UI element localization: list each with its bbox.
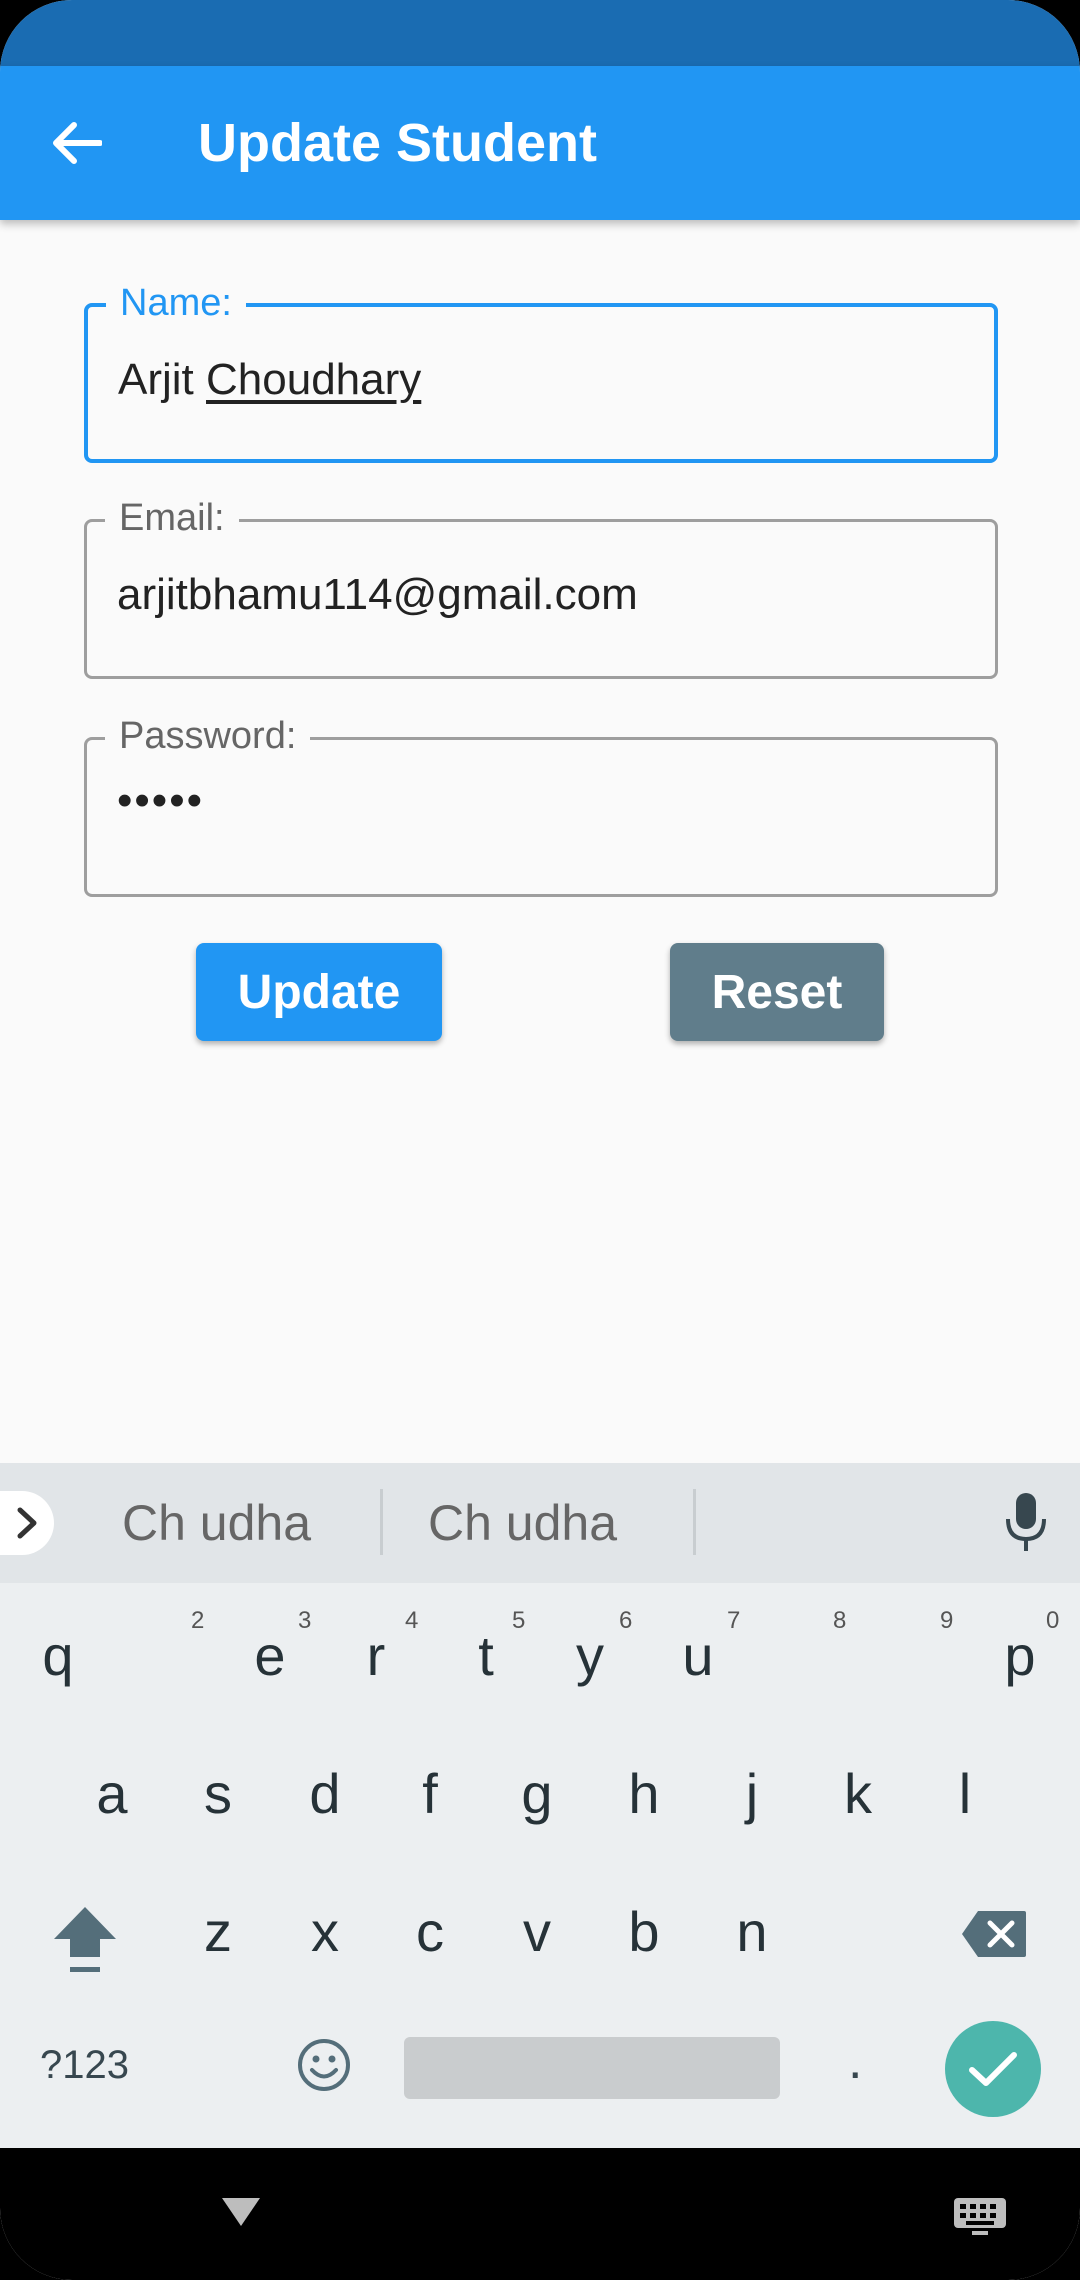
key-k[interactable]: k [818,1761,898,1826]
key-l[interactable]: l [925,1761,1005,1826]
key-q[interactable]: q [18,1623,98,1688]
update-button[interactable]: Update [196,943,442,1041]
key-z[interactable]: z [178,1899,258,1964]
expand-suggestions-button[interactable] [0,1491,54,1555]
key-b[interactable]: b [604,1899,684,1964]
password-label: Password: [105,714,311,758]
soft-keyboard: Ch udha Ch udha q e r t y u p 2 3 4 5 6 … [0,1463,1080,2148]
key-hint: 6 [619,1607,633,1634]
key-hint: 0 [1046,1607,1060,1634]
phone-screen: Update Student Name: Arjit Choudhary Ema… [0,0,1080,2280]
reset-button[interactable]: Reset [670,943,884,1041]
key-s[interactable]: s [178,1761,258,1826]
navigation-bar [0,2148,1080,2280]
status-bar [0,0,1080,66]
symbols-key[interactable]: ?123 [40,2043,129,2088]
nav-back-icon[interactable] [218,2194,264,2230]
key-f[interactable]: f [390,1761,470,1826]
key-hint: 7 [727,1607,741,1634]
suggestion-1[interactable]: Ch udha [122,1463,311,1583]
key-a[interactable]: a [72,1761,152,1826]
mic-icon[interactable] [1000,1491,1052,1555]
back-button[interactable] [40,106,114,180]
enter-button[interactable] [945,2021,1041,2117]
suggestion-bar: Ch udha Ch udha [0,1463,1080,1583]
suggestion-divider [693,1489,696,1555]
key-d[interactable]: d [285,1761,365,1826]
key-y[interactable]: y [550,1623,630,1688]
email-field[interactable]: Email: arjitbhamu114@gmail.com [84,496,998,679]
name-field[interactable]: Name: Arjit Choudhary [84,281,998,463]
key-hint: 3 [298,1607,312,1634]
page-title: Update Student [198,113,597,173]
emoji-icon[interactable] [296,2037,352,2093]
key-j[interactable]: j [712,1761,792,1826]
name-label: Name: [106,281,246,325]
key-v[interactable]: v [497,1899,577,1964]
space-key[interactable] [404,2037,780,2099]
app-bar: Update Student [0,66,1080,220]
chevron-right-icon [17,1507,37,1539]
name-first: Arjit [118,355,194,404]
suggestion-2[interactable]: Ch udha [428,1463,617,1583]
key-hint: 9 [940,1607,954,1634]
name-input[interactable]: Arjit Choudhary [118,355,421,405]
check-icon [969,2052,1017,2086]
key-c[interactable]: c [390,1899,470,1964]
period-key[interactable]: . [848,2031,862,2091]
key-hint: 5 [512,1607,526,1634]
key-h[interactable]: h [604,1761,684,1826]
keyboard-switch-icon[interactable] [952,2196,1008,2236]
arrow-back-icon [53,122,102,164]
suggestion-divider [380,1489,383,1555]
email-label: Email: [105,496,239,540]
key-g[interactable]: g [497,1761,577,1826]
key-hint: 2 [191,1607,205,1634]
shift-icon[interactable] [50,1903,120,1977]
key-hint: 8 [833,1607,847,1634]
password-field[interactable]: Password: ••••• [84,714,998,897]
key-x[interactable]: x [285,1899,365,1964]
email-input[interactable]: arjitbhamu114@gmail.com [117,570,638,620]
backspace-icon[interactable] [960,1909,1028,1959]
key-hint: 4 [405,1607,419,1634]
name-second: Choudhary [206,355,422,404]
key-u[interactable]: u [658,1623,738,1688]
password-input[interactable]: ••••• [117,776,204,826]
key-r[interactable]: r [336,1623,416,1688]
key-n[interactable]: n [712,1899,792,1964]
